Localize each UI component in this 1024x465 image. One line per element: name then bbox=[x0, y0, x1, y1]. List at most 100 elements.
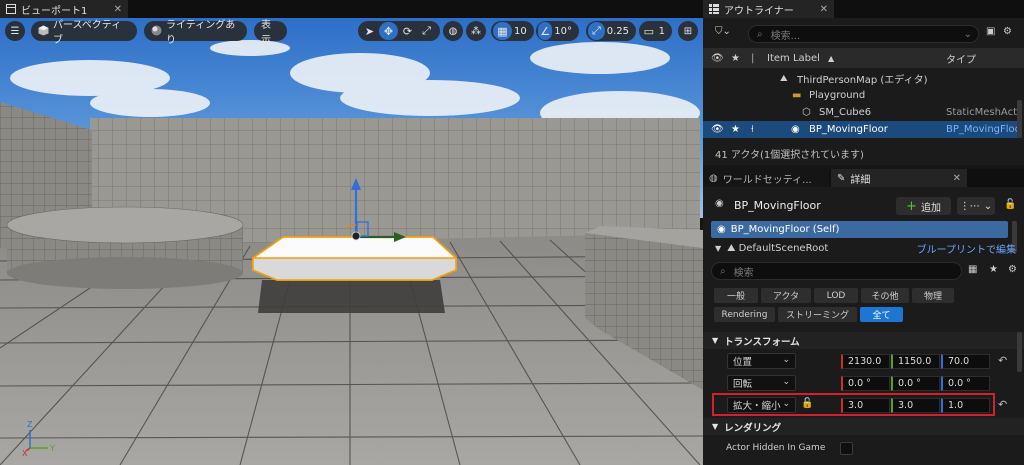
transform-section-header[interactable]: ▼ トランスフォーム bbox=[703, 332, 1024, 349]
sphere-icon bbox=[151, 25, 162, 37]
scale-snap-icon: ⤢ bbox=[588, 22, 605, 40]
rotation-snap-control[interactable]: ∠ 10° bbox=[536, 21, 579, 41]
blueprint-actor-icon: ◉ bbox=[791, 124, 800, 135]
close-icon[interactable]: ✕ bbox=[820, 4, 828, 15]
actor-name[interactable]: BP_MovingFloor bbox=[734, 199, 821, 212]
filter-physics[interactable]: 物理 bbox=[912, 288, 954, 303]
filter-streaming[interactable]: ストリーミング bbox=[778, 307, 857, 322]
component-root[interactable]: ▼ ⛰ DefaultSceneRoot ブループリントで編集 bbox=[711, 241, 1016, 256]
filter-all[interactable]: 全て bbox=[860, 307, 903, 322]
filter-lod[interactable]: LOD bbox=[814, 288, 858, 303]
add-component-button[interactable]: + 追加 bbox=[896, 197, 951, 215]
show-button[interactable]: 表示 bbox=[254, 20, 287, 46]
unlock-icon[interactable]: 🔓 bbox=[1004, 199, 1016, 210]
hamburger-icon: ☰ bbox=[10, 25, 20, 37]
filter-icon[interactable]: ⛉⌄ bbox=[715, 26, 731, 37]
location-dropdown[interactable]: 位置 ⌄ bbox=[727, 353, 796, 369]
filter-other[interactable]: その他 bbox=[861, 288, 909, 303]
location-row: 位置 ⌄ 2130.0 1150.0 70.0 ↶ bbox=[703, 351, 1018, 371]
perspective-button[interactable]: パースペクティブ bbox=[31, 20, 137, 46]
outliner-scrollbar[interactable] bbox=[1017, 100, 1022, 138]
outliner-row-folder[interactable]: ▬ Playground bbox=[703, 87, 1019, 104]
viewport-menu-button[interactable]: ☰ bbox=[5, 21, 25, 41]
close-icon[interactable]: ✕ bbox=[114, 4, 122, 15]
rotation-x-field[interactable]: 0.0 ° bbox=[841, 376, 890, 391]
rotate-mode-icon[interactable]: ⟳ bbox=[398, 22, 417, 40]
location-z-field[interactable]: 70.0 bbox=[941, 354, 990, 369]
reset-icon[interactable]: ↶ bbox=[998, 354, 1007, 367]
table-view-icon[interactable]: ▦ bbox=[968, 264, 977, 275]
filter-actor[interactable]: アクタ bbox=[761, 288, 811, 303]
tab-outliner[interactable]: アウトライナー ✕ bbox=[703, 0, 834, 18]
viewport-scene[interactable] bbox=[0, 18, 703, 465]
outliner-row-map[interactable]: ⛰ ThirdPersonMap (エディタ) bbox=[703, 70, 1019, 87]
actor-count: 41 アクタ(1個選択されています) bbox=[715, 150, 864, 161]
component-self-label: BP_MovingFloor (Self) bbox=[730, 224, 840, 235]
add-folder-icon[interactable]: ▣ bbox=[986, 26, 995, 37]
outliner-panel: アウトライナー ✕ ⛉⌄ ⌕ 検索... ⌄ ▣ ⚙ 👁 ★ | Item La… bbox=[703, 0, 1024, 165]
visibility-column-icon[interactable]: 👁 bbox=[711, 53, 724, 64]
outliner-row-moving-floor[interactable]: 👁 ★ ⍿ ◉ BP_MovingFloor BP_MovingFloor bbox=[703, 121, 1019, 138]
settings-icon[interactable]: ⚙ bbox=[1008, 264, 1017, 275]
row-type[interactable]: BP_MovingFloor bbox=[946, 124, 1019, 135]
globe-icon: ◍ bbox=[709, 172, 718, 184]
outliner-search-input[interactable]: ⌕ 検索... ⌄ bbox=[748, 25, 979, 43]
details-search-input[interactable]: ⌕ 検索 bbox=[711, 262, 962, 280]
favorite-icon[interactable]: ★ bbox=[989, 264, 998, 275]
outliner-tab-bar: アウトライナー ✕ bbox=[703, 0, 1024, 18]
rotation-y-field[interactable]: 0.0 ° bbox=[891, 376, 940, 391]
viewport-icon bbox=[6, 3, 16, 15]
world-local-toggle[interactable]: ◍ bbox=[443, 21, 463, 41]
rotation-z-field[interactable]: 0.0 ° bbox=[941, 376, 990, 391]
folder-icon: ▬ bbox=[792, 90, 802, 101]
filter-general[interactable]: 一般 bbox=[714, 288, 758, 303]
blueprint-options-button[interactable]: ⋮⋯ ⌄ bbox=[957, 197, 995, 215]
chevron-down-icon: ⌄ bbox=[963, 28, 972, 40]
rotation-snap-value: 10° bbox=[554, 25, 572, 37]
tab-viewport1[interactable]: ビューポート1 ✕ bbox=[0, 0, 128, 18]
tab-world-settings[interactable]: ◍ ワールドセッティ... bbox=[703, 169, 829, 187]
select-mode-icon[interactable]: ➤ bbox=[360, 22, 379, 40]
lock-icon[interactable]: ⍿ bbox=[751, 124, 754, 135]
cube-icon bbox=[38, 25, 49, 37]
scale-mode-icon[interactable]: ⤢ bbox=[417, 22, 436, 40]
location-label: 位置 bbox=[733, 357, 753, 368]
surface-snap-button[interactable]: ⁂ bbox=[466, 21, 486, 41]
settings-icon[interactable]: ⚙ bbox=[1003, 26, 1012, 37]
camera-icon: ▭ bbox=[643, 24, 655, 38]
item-label-header[interactable]: Item Label bbox=[767, 53, 820, 64]
camera-speed-control[interactable]: ▭ 1 bbox=[639, 21, 672, 41]
search-icon: ⌕ bbox=[757, 28, 763, 40]
translate-mode-icon[interactable]: ✥ bbox=[379, 22, 398, 40]
component-self[interactable]: ◉ BP_MovingFloor (Self) bbox=[711, 221, 1008, 238]
snap-icon: ⁂ bbox=[471, 25, 481, 37]
actor-hidden-checkbox[interactable] bbox=[840, 442, 853, 455]
level-viewport[interactable]: ☰ パースペクティブ ライティングあり 表示 ➤ ✥ ⟳ ⤢ ◍ ⁂ ▦ 10 … bbox=[0, 18, 703, 465]
transform-tools: ➤ ✥ ⟳ ⤢ bbox=[358, 21, 440, 41]
location-y-field[interactable]: 1150.0 bbox=[891, 354, 940, 369]
location-x-field[interactable]: 2130.0 bbox=[841, 354, 890, 369]
lighting-mode-button[interactable]: ライティングあり bbox=[144, 20, 247, 46]
chevron-down-icon: ⌄ bbox=[782, 377, 790, 387]
rotation-dropdown[interactable]: 回転 ⌄ bbox=[727, 375, 796, 391]
reset-icon[interactable]: ↶ bbox=[998, 398, 1007, 411]
layout-button[interactable]: ⊞ bbox=[678, 21, 698, 41]
scale-snap-control[interactable]: ⤢ 0.25 bbox=[586, 21, 636, 41]
pin-column-icon[interactable]: ★ bbox=[731, 53, 740, 64]
visibility-icon[interactable]: 👁 bbox=[711, 124, 724, 135]
type-header[interactable]: タイプ bbox=[946, 51, 976, 66]
axis-y-label: Y bbox=[49, 444, 55, 453]
rendering-section-header[interactable]: ▼ レンダリング bbox=[703, 418, 1024, 435]
grid-snap-control[interactable]: ▦ 10 bbox=[491, 21, 534, 41]
outliner-row-cube[interactable]: ⬡ SM_Cube6 StaticMeshActor bbox=[703, 104, 1019, 121]
scene-root-icon: ⛰ bbox=[727, 242, 736, 254]
close-icon[interactable]: ✕ bbox=[953, 173, 961, 184]
filter-rendering[interactable]: Rendering bbox=[714, 307, 775, 322]
edit-in-blueprint-link[interactable]: ブループリントで編集 bbox=[917, 241, 1016, 256]
perspective-label: パースペクティブ bbox=[53, 20, 122, 46]
tab-details[interactable]: ✎ 詳細 ✕ bbox=[831, 169, 967, 187]
pin-icon[interactable]: ★ bbox=[731, 124, 740, 135]
blueprint-actor-icon: ◉ bbox=[717, 224, 726, 235]
axis-indicator: Z X Y bbox=[22, 420, 55, 458]
sort-asc-icon: ▲ bbox=[828, 53, 835, 63]
